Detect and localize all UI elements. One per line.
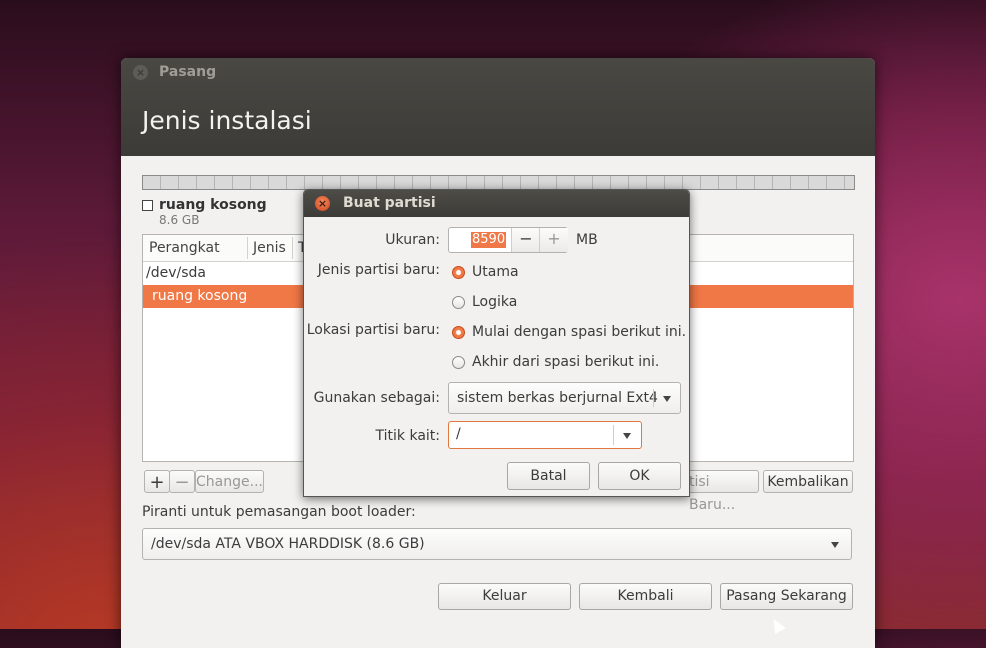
legend-swatch [142, 199, 153, 211]
radio-location-end[interactable] [452, 356, 465, 369]
partition-type-label: Jenis partisi baru: [317, 262, 440, 278]
page-title: Jenis instalasi [142, 106, 312, 135]
window-title: Pasang [159, 64, 217, 80]
radio-primary[interactable] [452, 266, 465, 279]
revert-button[interactable]: Kembalikan [763, 470, 853, 493]
use-as-select[interactable]: sistem berkas berjurnal Ext4 [448, 382, 681, 414]
change-partition-button[interactable]: Change... [195, 470, 264, 493]
size-label: Ukuran: [385, 232, 440, 248]
size-spinbox[interactable]: 8590 − + [448, 227, 568, 253]
size-value[interactable]: 8590 [471, 232, 507, 248]
radio-logical[interactable] [452, 296, 465, 309]
remove-partition-button[interactable]: − [169, 470, 195, 493]
radio-location-begin[interactable] [452, 326, 465, 339]
chevron-down-icon [663, 396, 671, 402]
cancel-button[interactable]: Batal [507, 462, 590, 490]
increment-icon[interactable]: + [539, 228, 568, 252]
chevron-down-icon[interactable] [623, 433, 631, 439]
legend-name: ruang kosong [159, 197, 267, 213]
combo-separator [653, 389, 654, 407]
dialog-titlebar: × Buat partisi [304, 190, 689, 217]
column-separator [247, 237, 248, 259]
partition-location-label: Lokasi partisi baru: [306, 322, 440, 338]
window-titlebar: × Pasang Jenis instalasi [121, 58, 875, 156]
bootloader-value: /dev/sda ATA VBOX HARDDISK (8.6 GB) [151, 536, 425, 552]
quit-button[interactable]: Keluar [438, 583, 571, 610]
column-header-type[interactable]: Jenis [253, 240, 286, 256]
close-icon[interactable]: × [133, 65, 148, 80]
use-as-label: Gunakan sebagai: [313, 390, 440, 406]
new-partition-table-button[interactable]: tisi Baru... [686, 470, 759, 513]
use-as-value: sistem berkas berjurnal Ext4 [457, 390, 658, 406]
radio-logical-label[interactable]: Logika [472, 294, 517, 310]
radio-location-end-label[interactable]: Akhir dari spasi berikut ini. [472, 354, 659, 370]
decrement-icon[interactable]: − [511, 228, 540, 252]
combo-separator [613, 425, 614, 445]
mount-point-combo[interactable]: / [448, 421, 642, 449]
install-now-button[interactable]: Pasang Sekarang [720, 583, 853, 610]
chevron-down-icon [831, 542, 839, 548]
column-separator [292, 237, 293, 259]
mount-point-label: Titik kait: [375, 428, 440, 444]
close-icon[interactable]: × [315, 196, 330, 211]
create-partition-dialog: × Buat partisi Ukuran: 8590 − + MB Jenis… [303, 189, 690, 497]
back-button[interactable]: Kembali [579, 583, 712, 610]
radio-location-begin-label[interactable]: Mulai dengan spasi berikut ini. [472, 324, 686, 340]
row-device: /dev/sda [146, 265, 206, 281]
bootloader-label: Piranti untuk pemasangan boot loader: [142, 504, 416, 520]
row-device: ruang kosong [152, 288, 248, 304]
ok-button[interactable]: OK [598, 462, 681, 490]
size-unit: MB [576, 232, 598, 248]
dialog-title: Buat partisi [343, 195, 436, 211]
legend-size: 8.6 GB [159, 213, 200, 227]
partition-legend: ruang kosong 8.6 GB [142, 197, 267, 227]
partition-bar [142, 175, 855, 190]
add-partition-button[interactable]: + [144, 470, 170, 493]
radio-primary-label[interactable]: Utama [472, 264, 519, 280]
mount-point-value[interactable]: / [456, 426, 461, 442]
bootloader-device-select[interactable]: /dev/sda ATA VBOX HARDDISK (8.6 GB) [142, 528, 852, 560]
column-header-device[interactable]: Perangkat [149, 240, 220, 256]
